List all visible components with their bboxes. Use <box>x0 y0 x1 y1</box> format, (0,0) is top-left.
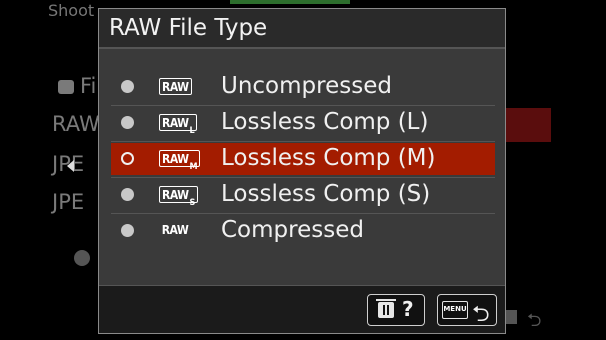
raw-s-badge-icon: RAWS <box>159 186 198 208</box>
background-tab-label: Shoot <box>48 1 95 20</box>
option-label: Lossless Comp (S) <box>221 181 431 207</box>
raw-file-type-dialog: RAW File Type RAW Uncompressed RAWL Loss… <box>98 8 506 334</box>
raw-badge-icon: RAW <box>159 78 192 95</box>
radio-icon[interactable] <box>121 80 134 93</box>
gear-icon <box>74 250 90 266</box>
option-label: Lossless Comp (L) <box>221 109 429 135</box>
raw-l-badge-icon: RAWL <box>159 114 198 136</box>
raw-badge-icon: RAW <box>161 223 189 237</box>
option-lossless-s[interactable]: RAWS Lossless Comp (S) <box>111 179 495 211</box>
radio-icon[interactable] <box>121 188 134 201</box>
divider <box>111 177 495 178</box>
trash-icon <box>376 299 396 318</box>
divider <box>111 105 495 106</box>
option-label: Lossless Comp (M) <box>221 145 436 171</box>
option-compressed[interactable]: RAW Compressed <box>111 215 495 247</box>
radio-icon[interactable] <box>121 116 134 129</box>
radio-icon[interactable] <box>121 224 134 237</box>
back-icon: ⮌ <box>527 310 542 331</box>
option-lossless-l[interactable]: RAWL Lossless Comp (L) <box>111 107 495 139</box>
divider <box>111 141 495 142</box>
background-row: RAW <box>52 112 100 136</box>
dialog-title: RAW File Type <box>109 15 268 41</box>
back-icon: ⮌ <box>472 302 490 327</box>
menu-back-button[interactable]: MENU ⮌ <box>437 294 497 327</box>
background-row: JPE <box>52 190 85 214</box>
dialog-footer: ? MENU ⮌ <box>99 285 505 333</box>
dialog-header: RAW File Type <box>99 9 505 49</box>
help-icon: ? <box>402 297 414 321</box>
radio-icon[interactable] <box>121 152 134 165</box>
divider <box>111 213 495 214</box>
menu-icon: MENU <box>442 301 468 319</box>
option-label: Compressed <box>221 217 364 243</box>
raw-m-badge-icon: RAWM <box>159 150 201 172</box>
background-row: Fi <box>80 74 97 98</box>
delete-help-button[interactable]: ? <box>367 294 425 326</box>
option-label: Uncompressed <box>221 73 392 99</box>
background-highlight <box>505 108 551 142</box>
trash-icon <box>505 310 517 324</box>
left-arrow-icon <box>67 160 74 172</box>
camera-icon <box>58 80 74 94</box>
option-uncompressed[interactable]: RAW Uncompressed <box>111 71 495 103</box>
background-tab-accent <box>230 0 350 4</box>
option-lossless-m[interactable]: RAWM Lossless Comp (M) <box>111 143 495 175</box>
